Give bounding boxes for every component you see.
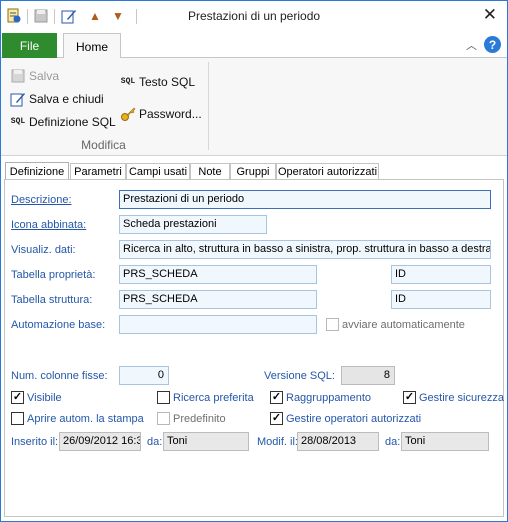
num-colonne-input[interactable]: 0 — [119, 366, 169, 385]
save-close-icon — [10, 91, 26, 107]
window-title: Prestazioni di un periodo — [187, 9, 321, 23]
versione-sql-value: 8 — [341, 366, 395, 385]
inserito-date: 26/09/2012 16:3 — [59, 432, 141, 451]
visualiz-select[interactable]: Ricerca in alto, struttura in basso a si… — [119, 240, 491, 259]
icona-input[interactable]: Scheda prestazioni — [119, 215, 267, 234]
avviare-checkbox[interactable]: avviare automaticamente — [326, 318, 465, 331]
avviare-label: avviare automaticamente — [342, 318, 465, 331]
tabella-struttura-label: Tabella struttura: — [11, 294, 93, 306]
raggruppamento-label: Raggruppamento — [286, 391, 372, 404]
descrizione-label: Descrizione: — [11, 194, 72, 206]
ribbon-group-label: Modifica — [81, 138, 126, 152]
gestire-sicurezza-checkbox[interactable]: ✓ Gestire sicurezza — [403, 391, 504, 404]
home-tab[interactable]: Home — [63, 33, 121, 59]
ribbon: Salva Salva e chiudi SQL Definizione SQL… — [1, 58, 507, 156]
ribbon-group-divider — [208, 62, 209, 150]
icona-label: Icona abbinata: — [11, 219, 87, 231]
visibile-checkbox[interactable]: ✓ Visibile — [11, 391, 62, 404]
gestire-operatori-box: ✓ — [270, 412, 283, 425]
visibile-check-icon: ✓ — [12, 391, 23, 403]
gestire-sicurezza-box: ✓ — [403, 391, 416, 404]
num-colonne-label: Num. colonne fisse: — [11, 370, 108, 382]
sql-gear-icon: SQL — [10, 117, 26, 126]
tabella-proprieta-input[interactable]: PRS_SCHEDA — [119, 265, 317, 284]
sql-text-button[interactable]: SQL Testo SQL — [120, 74, 195, 90]
help-icon[interactable]: ? — [484, 36, 501, 53]
sql-definition-button[interactable]: SQL Definizione SQL — [10, 114, 116, 130]
visualiz-label: Visualiz. dati: — [11, 244, 76, 256]
predefinito-checkbox[interactable]: Predefinito — [157, 412, 226, 425]
sql-definition-label: Definizione SQL — [29, 115, 116, 129]
aprire-autom-checkbox[interactable]: Aprire autom. la stampa — [11, 412, 144, 425]
password-label: Password... — [139, 107, 202, 121]
raggruppamento-box: ✓ — [270, 391, 283, 404]
tab-note[interactable]: Note — [190, 163, 230, 180]
gestire-sicurezza-check-icon: ✓ — [404, 391, 415, 403]
save-label: Salva — [29, 69, 60, 83]
visibile-box: ✓ — [11, 391, 24, 404]
versione-sql-label: Versione SQL: — [264, 370, 335, 382]
descrizione-input[interactable]: Prestazioni di un periodo — [119, 190, 491, 209]
tab-campi-usati[interactable]: Campi usati — [126, 163, 190, 180]
modif-da-label: da: — [385, 436, 401, 448]
tab-parametri[interactable]: Parametri — [70, 163, 126, 180]
predefinito-label: Predefinito — [173, 412, 226, 425]
sql-text-label: Testo SQL — [139, 75, 196, 89]
report-window: ▲ ▼ Prestazioni di un periodo ✕ File Hom… — [0, 0, 508, 522]
raggruppamento-checkbox[interactable]: ✓ Raggruppamento — [270, 391, 371, 404]
predefinito-box — [157, 412, 170, 425]
aprire-autom-box — [11, 412, 24, 425]
avviare-box — [326, 318, 339, 331]
tabella-struttura-input[interactable]: PRS_SCHEDA — [119, 290, 317, 309]
tabella-proprieta-id-input[interactable]: ID — [391, 265, 491, 284]
tab-operatori-autorizzati[interactable]: Operatori autorizzati — [276, 163, 379, 180]
ricerca-preferita-checkbox[interactable]: Ricerca preferita — [157, 391, 254, 404]
save-button[interactable]: Salva — [10, 68, 59, 84]
inserito-da-label: da: — [147, 436, 163, 448]
tabella-struttura-id-input[interactable]: ID — [391, 290, 491, 309]
modif-label: Modif. il: — [257, 436, 298, 448]
tabella-proprieta-label: Tabella proprietà: — [11, 269, 96, 281]
save-close-label: Salva e chiudi — [29, 92, 104, 106]
modif-da-value: Toni — [401, 432, 489, 451]
close-icon[interactable]: ✕ — [483, 5, 497, 25]
gestire-sicurezza-label: Gestire sicurezza — [419, 391, 504, 404]
ribbon-tab-strip: File Home ︿ ? — [1, 32, 507, 59]
automazione-input[interactable] — [119, 315, 317, 334]
gestire-operatori-checkbox[interactable]: ✓ Gestire operatori autorizzati — [270, 412, 421, 425]
automazione-label: Automazione base: — [11, 319, 106, 331]
collapse-ribbon-icon[interactable]: ︿ — [466, 37, 477, 53]
inserito-label: Inserito il: — [11, 436, 59, 448]
inserito-da-value: Toni — [163, 432, 249, 451]
sql-icon: SQL — [120, 77, 136, 86]
tab-gruppi[interactable]: Gruppi — [230, 163, 276, 180]
save-close-button[interactable]: Salva e chiudi — [10, 91, 104, 107]
visibile-label: Visibile — [27, 391, 62, 404]
aprire-autom-label: Aprire autom. la stampa — [27, 412, 144, 425]
title-bar: ▲ ▼ Prestazioni di un periodo ✕ — [1, 1, 507, 32]
ricerca-preferita-label: Ricerca preferita — [173, 391, 254, 404]
file-tab[interactable]: File — [2, 33, 57, 58]
ricerca-preferita-box — [157, 391, 170, 404]
gestire-operatori-check-icon: ✓ — [271, 412, 282, 424]
gestire-operatori-label: Gestire operatori autorizzati — [286, 412, 422, 425]
password-button[interactable]: Password... — [120, 106, 202, 122]
modif-date: 28/08/2013 — [297, 432, 379, 451]
save-icon — [10, 68, 26, 84]
raggruppamento-check-icon: ✓ — [271, 391, 282, 403]
key-icon — [120, 106, 136, 122]
